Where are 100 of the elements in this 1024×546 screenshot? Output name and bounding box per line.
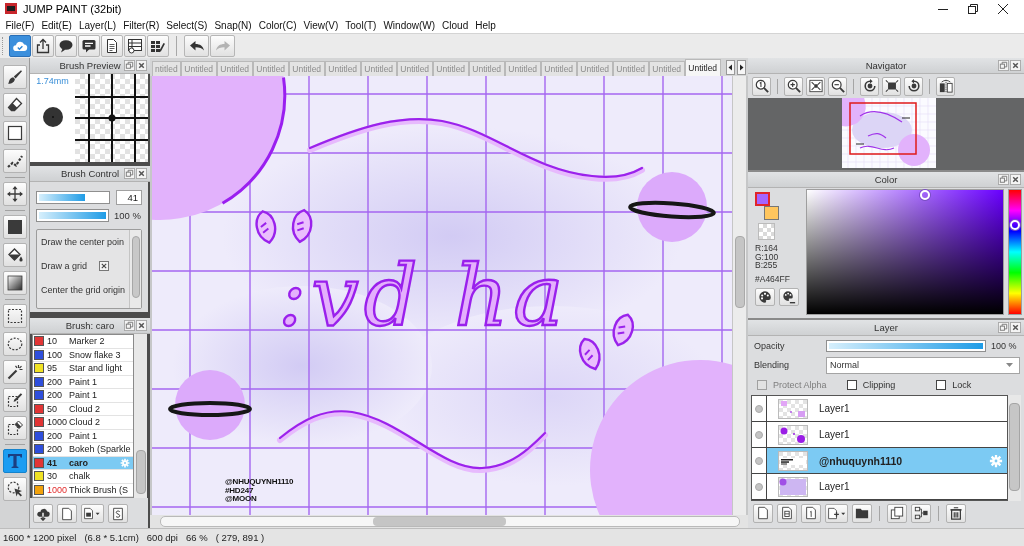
- rectangle-tool[interactable]: [2, 121, 27, 145]
- filled-square-tool[interactable]: [2, 215, 27, 239]
- script-page-button[interactable]: [108, 504, 128, 523]
- scrollbar-thumb[interactable]: [135, 450, 146, 494]
- page-menu-button[interactable]: [81, 504, 104, 523]
- selection-rectangle-tool[interactable]: [2, 304, 27, 328]
- brush-item[interactable]: 200 Paint 1: [33, 375, 133, 389]
- hue-slider[interactable]: [1008, 189, 1022, 315]
- polyline-tool[interactable]: [2, 149, 27, 173]
- visibility-dot-icon[interactable]: [755, 456, 763, 465]
- close-icon[interactable]: [1010, 60, 1021, 71]
- palette-edit-button[interactable]: [779, 287, 799, 306]
- merge-button[interactable]: [911, 503, 931, 523]
- transparent-swatch[interactable]: [758, 223, 775, 240]
- brush-item[interactable]: 30 chalk: [33, 470, 133, 484]
- vertical-scrollbar[interactable]: [134, 334, 147, 498]
- selection-pointer-tool[interactable]: [2, 477, 27, 501]
- checkbox[interactable]: [846, 380, 857, 390]
- undo-button[interactable]: [184, 35, 209, 57]
- cloud-button[interactable]: [9, 35, 31, 57]
- cloud-download-button[interactable]: [33, 504, 53, 523]
- brush-item[interactable]: 1000 Thick Brush (S: [33, 483, 133, 497]
- message-button[interactable]: [78, 35, 100, 57]
- palette-button[interactable]: [755, 287, 775, 306]
- horizontal-scrollbar[interactable]: [160, 516, 740, 527]
- brush-item[interactable]: 1000 Cloud 2: [33, 416, 133, 430]
- brush-item[interactable]: 95 Star and light: [33, 362, 133, 376]
- table-button[interactable]: [124, 35, 146, 57]
- visibility-dot-icon[interactable]: [755, 404, 763, 413]
- menu-item[interactable]: Help: [471, 19, 500, 31]
- brush-item[interactable]: 10 Marker 2: [33, 335, 133, 349]
- float-icon[interactable]: [124, 60, 135, 71]
- zoom-actual-button[interactable]: [752, 76, 771, 96]
- scrollbar-thumb[interactable]: [131, 236, 140, 298]
- hue-handle[interactable]: [1010, 220, 1020, 231]
- size-slider[interactable]: [36, 190, 110, 204]
- menu-item[interactable]: Snap(N): [210, 19, 256, 31]
- float-icon[interactable]: [124, 320, 135, 331]
- layer-item[interactable]: Layer1: [752, 422, 1007, 448]
- layer-item[interactable]: Layer1: [752, 396, 1007, 422]
- menu-item[interactable]: Filter(R): [119, 19, 163, 31]
- close-icon[interactable]: [998, 3, 1008, 14]
- rotate-left-button[interactable]: [860, 76, 879, 96]
- page-button[interactable]: [57, 504, 77, 523]
- lasso-tool[interactable]: [2, 332, 27, 356]
- bucket-tool[interactable]: [2, 243, 27, 267]
- selection-eraser-tool[interactable]: [2, 416, 27, 440]
- rotate-right-button[interactable]: [904, 76, 923, 96]
- picker-cursor[interactable]: [920, 190, 931, 200]
- scroll-left-icon[interactable]: [726, 60, 735, 75]
- restore-icon[interactable]: [968, 3, 978, 14]
- vertical-scrollbar[interactable]: [732, 76, 746, 515]
- move-tool[interactable]: [2, 182, 27, 206]
- menu-item[interactable]: Layer(L): [75, 19, 120, 31]
- checkbox[interactable]: [99, 261, 109, 271]
- zoom-out-button[interactable]: [828, 76, 847, 96]
- framed-page-button[interactable]: [777, 503, 797, 523]
- close-icon[interactable]: [1010, 174, 1021, 185]
- magic-wand-tool[interactable]: [2, 360, 27, 384]
- brush-item[interactable]: 200 Paint 1: [33, 389, 133, 403]
- trash-button[interactable]: [946, 503, 966, 523]
- float-icon[interactable]: [998, 60, 1009, 71]
- brush-item[interactable]: 200 Bokeh (Sparkle: [33, 443, 133, 457]
- add-page-button[interactable]: [825, 503, 848, 523]
- folder-button[interactable]: [852, 503, 872, 523]
- brush-tool[interactable]: [2, 65, 27, 89]
- close-icon[interactable]: [136, 60, 147, 71]
- foreground-swatch[interactable]: [755, 192, 770, 206]
- zoom-in-button[interactable]: [784, 76, 803, 96]
- reset-rotation-button[interactable]: [882, 76, 901, 96]
- viewport-rectangle[interactable]: [849, 102, 917, 155]
- background-swatch[interactable]: [764, 206, 779, 220]
- brush-item[interactable]: 100 Snow flake 3: [33, 348, 133, 362]
- menu-item[interactable]: View(V): [299, 19, 342, 31]
- menu-item[interactable]: Edit(E): [37, 19, 76, 31]
- grid-edit-button[interactable]: [147, 35, 169, 57]
- blending-dropdown[interactable]: Normal: [826, 356, 1020, 374]
- size-field[interactable]: 41: [116, 189, 142, 205]
- scrollbar-thumb[interactable]: [734, 236, 745, 308]
- menu-item[interactable]: Select(S): [162, 19, 211, 31]
- layer-item[interactable]: @nhuquynh1110: [752, 448, 1007, 474]
- menu-item[interactable]: Cloud: [438, 19, 472, 31]
- gradient-tool[interactable]: [2, 271, 27, 295]
- menu-item[interactable]: Window(W): [379, 19, 439, 31]
- speech-bubble-button[interactable]: [55, 35, 77, 57]
- menu-item[interactable]: Tool(T): [341, 19, 380, 31]
- float-icon[interactable]: [124, 168, 135, 179]
- document-button[interactable]: [101, 35, 123, 57]
- eraser-tool[interactable]: [2, 93, 27, 117]
- text-tool[interactable]: [2, 449, 27, 473]
- numbered-page-button[interactable]: [801, 503, 821, 523]
- menu-item[interactable]: File(F): [2, 19, 38, 31]
- scrollbar-thumb[interactable]: [373, 517, 506, 526]
- document-tab[interactable]: Untitled: [684, 59, 721, 76]
- vertical-scrollbar[interactable]: [1008, 395, 1021, 501]
- page-button[interactable]: [753, 503, 773, 523]
- copy-button[interactable]: [887, 503, 907, 523]
- close-icon[interactable]: [136, 168, 147, 179]
- share-button[interactable]: [32, 35, 54, 57]
- visibility-dot-icon[interactable]: [755, 430, 763, 439]
